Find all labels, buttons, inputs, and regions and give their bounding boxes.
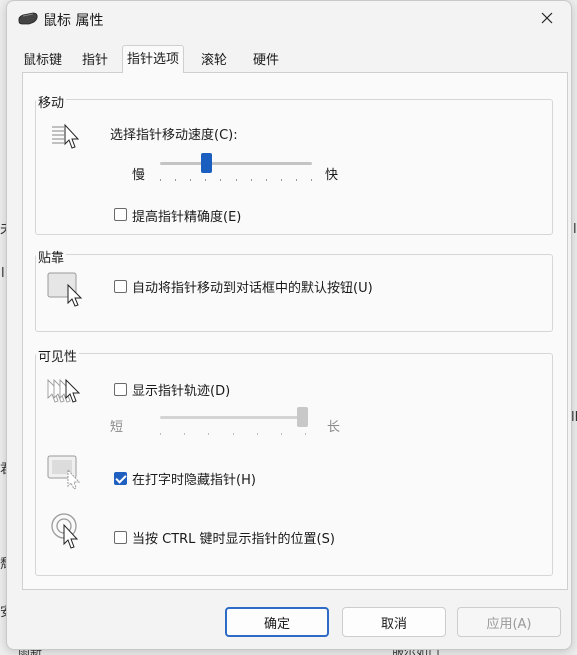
cancel-button[interactable]: 取消 [342, 607, 446, 637]
tab-wheel[interactable]: 滚轮 [197, 49, 231, 73]
slow-label: 慢 [132, 168, 146, 183]
snap-to-default-icon [46, 271, 86, 311]
window-title: 鼠标 属性 [43, 13, 104, 29]
ok-button[interactable]: 确定 [225, 607, 329, 637]
motion-group: 移动 选择指针移动速度(C): 慢 快 提高指针精确度(E) [35, 92, 553, 235]
pointer-speed-track[interactable] [160, 162, 312, 165]
short-label: 短 [110, 420, 124, 435]
mouse-icon [17, 12, 39, 26]
trails-length-slider-thumb[interactable] [296, 407, 308, 427]
tab-hardware[interactable]: 硬件 [249, 49, 283, 73]
mouse-properties-dialog: 鼠标 属性 鼠标键 指针 指针选项 滚轮 硬件 移动 选择指针移动速度(C): … [6, 0, 572, 650]
ctrl-location-label[interactable]: 当按 CTRL 键时显示指针的位置(S) [132, 528, 335, 547]
trails-slider-ticks [160, 433, 306, 435]
show-location-ctrl-icon [50, 512, 86, 556]
apply-button[interactable]: 应用(A) [457, 607, 561, 637]
close-button[interactable] [529, 5, 565, 35]
fast-label: 快 [325, 168, 339, 183]
speed-slider-ticks [160, 179, 312, 181]
hide-while-typing-icon [46, 454, 86, 494]
pointer-speed-slider-thumb[interactable] [200, 153, 212, 173]
precision-label[interactable]: 提高指针精确度(E) [132, 206, 241, 225]
background-fragment: l [1, 266, 5, 281]
trails-label[interactable]: 显示指针轨迹(D) [132, 380, 230, 399]
snap-group-label: 贴靠 [36, 247, 67, 266]
background-fragment: l [573, 222, 577, 237]
long-label: 长 [327, 420, 341, 435]
pointer-speed-label: 选择指针移动速度(C): [110, 128, 238, 143]
close-icon [541, 12, 553, 28]
trails-length-track[interactable] [160, 416, 306, 419]
snap-label[interactable]: 自动将指针移动到对话框中的默认按钮(U) [132, 277, 373, 296]
snap-checkbox[interactable] [114, 280, 127, 293]
snap-group: 贴靠 自动将指针移动到对话框中的默认按钮(U) [35, 247, 553, 332]
trails-checkbox[interactable] [114, 383, 127, 396]
tab-pointer-options[interactable]: 指针选项 [122, 45, 185, 73]
tab-bar: 鼠标键 指针 指针选项 滚轮 硬件 [17, 45, 563, 73]
title-bar: 鼠标 属性 [7, 1, 571, 39]
visibility-group-label: 可见性 [36, 346, 80, 365]
precision-checkbox[interactable] [114, 208, 127, 221]
hide-while-typing-checkbox[interactable] [114, 472, 127, 485]
tab-pointers[interactable]: 指针 [78, 49, 112, 73]
tab-mouse-buttons[interactable]: 鼠标键 [19, 49, 66, 73]
hide-while-typing-label[interactable]: 在打字时隐藏指针(H) [132, 469, 256, 488]
pointer-trails-icon [46, 376, 86, 414]
motion-group-label: 移动 [36, 92, 67, 111]
pointer-speed-icon [50, 122, 84, 156]
ctrl-location-checkbox[interactable] [114, 531, 127, 544]
visibility-group: 可见性 显示指针轨迹(D) 短 长 在打字时隐藏指针(H) 当按 CTRL 键时… [35, 346, 553, 576]
pointer-options-panel: 移动 选择指针移动速度(C): 慢 快 提高指针精确度(E) 贴靠 自动将指针移… [22, 72, 568, 590]
